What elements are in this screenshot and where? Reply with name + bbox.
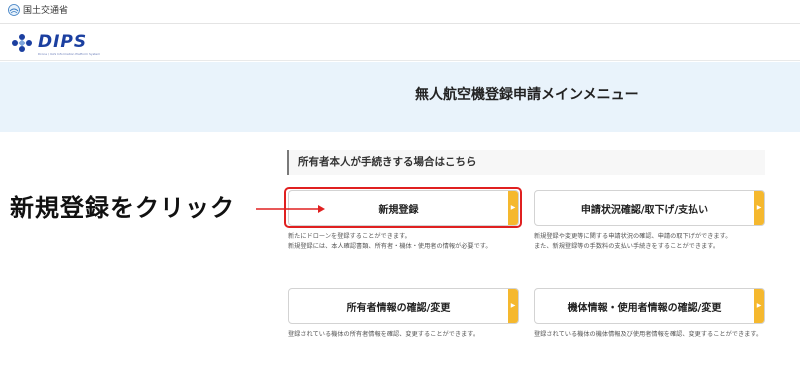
owner-info-button[interactable]: 所有者情報の確認/変更 ▶ [288,288,519,324]
new-registration-desc-2: 新規登録には、本人確認書類、所有者・機体・使用者の情報が必要です。 [288,243,492,250]
chevron-right-icon: ▶ [754,191,764,225]
aircraft-info-desc: 登録されている機体の機体情報及び使用者情報を確認、変更することができます。 [534,331,763,338]
application-status-button[interactable]: 申請状況確認/取下げ/支払い ▶ [534,190,765,226]
dips-tagline: Drone / UAS Information Platform System [38,52,101,56]
title-banner [0,62,800,132]
arrow-right-icon [256,205,325,213]
site-header: DIPS Drone / UAS Information Platform Sy… [0,25,800,61]
chevron-right-icon: ▶ [754,289,764,323]
mlit-logo-icon [8,4,20,16]
owner-info-desc: 登録されている機体の所有者情報を確認、変更することができます。 [288,331,480,338]
dips-logo-icon[interactable] [10,33,36,53]
application-status-desc-2: また、新規登録等の手数料の支払い手続きをすることができます。 [534,243,720,250]
ministry-bar: 国土交通省 [0,0,800,24]
page-title: 無人航空機登録申請メインメニュー [415,87,639,103]
dips-logo-text[interactable]: DIPS [38,33,87,51]
new-registration-desc-1: 新たにドローンを登録することができます。 [288,233,411,240]
application-status-desc-1: 新規登録や変更等に関する申請状況の確認、申請の取下げができます。 [534,233,732,240]
aircraft-info-button[interactable]: 機体情報・使用者情報の確認/変更 ▶ [534,288,765,324]
application-status-label: 申請状況確認/取下げ/支払い [580,204,709,216]
owner-info-label: 所有者情報の確認/変更 [346,302,451,314]
annotation-text: 新規登録をクリック [10,194,235,222]
ministry-name: 国土交通省 [23,6,69,16]
section-heading: 所有者本人が手続きする場合はこちら [298,156,477,168]
aircraft-info-label: 機体情報・使用者情報の確認/変更 [567,302,722,314]
chevron-right-icon: ▶ [508,289,518,323]
